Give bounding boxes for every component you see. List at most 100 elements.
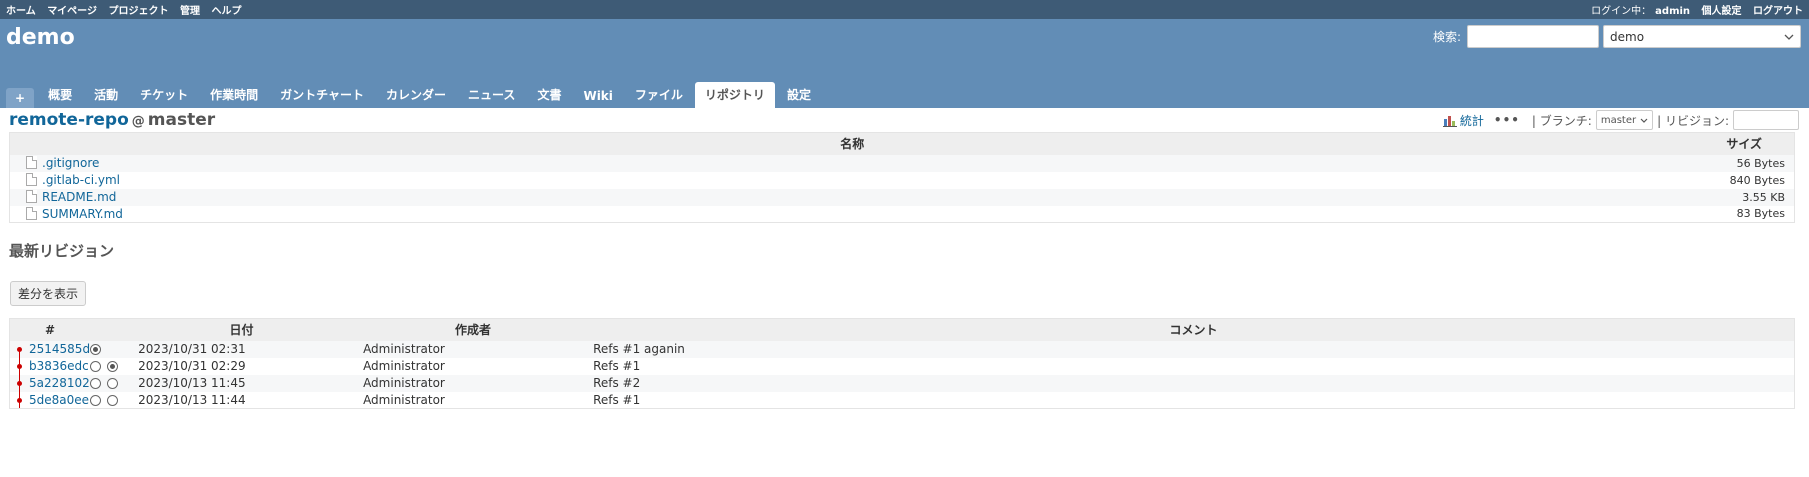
logged-user-link[interactable]: admin xyxy=(1655,6,1690,17)
entry-name-cell: .gitignore xyxy=(9,154,1695,172)
tab-calendar[interactable]: カレンダー xyxy=(376,82,456,108)
revision-select-cell xyxy=(90,358,130,375)
name-column-header[interactable]: 名称 xyxy=(9,132,1695,155)
revision-to-radio[interactable] xyxy=(107,378,119,389)
revision-row: 5de8a0ee 2023/10/13 11:44 Administrator … xyxy=(10,391,1795,409)
entries-table: 名称 サイズ .gitignore 56 Bytes .gitlab-ci.ym… xyxy=(9,132,1795,223)
chevron-down-icon xyxy=(1784,34,1794,40)
more-actions-icon[interactable]: ••• xyxy=(1494,113,1520,127)
latest-revisions-heading: 最新リビジョン xyxy=(9,242,115,260)
revision-comment: Refs #2 xyxy=(593,374,1795,392)
tab-overview[interactable]: 概要 xyxy=(38,82,82,108)
revision-cell: 5a228102 xyxy=(9,374,91,392)
revision-comment: Refs #1 aganin xyxy=(593,340,1795,358)
search-input[interactable] xyxy=(1467,25,1599,48)
repository-title: remote-repo @ master xyxy=(9,110,215,130)
tab-repository[interactable]: リポジトリ xyxy=(694,82,775,108)
revision-date: 2023/10/31 02:31 xyxy=(130,340,354,358)
project-jump-value: demo xyxy=(1610,29,1645,44)
project-jump-select[interactable]: demo xyxy=(1603,25,1801,48)
revision-select-cell xyxy=(90,340,131,358)
revision-link[interactable]: b3836edc xyxy=(29,359,89,373)
revision-input[interactable] xyxy=(1733,110,1799,130)
repository-controls: 統計 ••• | ブランチ: master | リビジョン: xyxy=(1442,110,1799,130)
revision-author: Administrator xyxy=(353,374,594,392)
stats-chart-icon xyxy=(1442,115,1457,127)
entry-link[interactable]: .gitlab-ci.yml xyxy=(42,173,120,187)
revisions-table: # 日付 作成者 コメント 2514585d 2023/10/31 02:31 … xyxy=(9,318,1795,409)
entry-size: 83 Bytes xyxy=(1736,207,1785,221)
entry-row: SUMMARY.md 83 Bytes xyxy=(10,206,1795,223)
file-icon xyxy=(26,206,37,220)
tab-gantt[interactable]: ガントチャート xyxy=(270,82,374,108)
size-column-header[interactable]: サイズ xyxy=(1694,132,1795,155)
revision-comment: Refs #1 xyxy=(593,359,641,373)
tab-time-entries[interactable]: 作業時間 xyxy=(200,82,268,108)
my-account-link[interactable]: 個人設定 xyxy=(1702,6,1742,17)
top-menu-left: ホーム マイページ プロジェクト 管理 ヘルプ xyxy=(6,2,249,17)
entry-link[interactable]: .gitignore xyxy=(42,156,99,170)
file-icon xyxy=(26,156,37,169)
entry-link[interactable]: SUMMARY.md xyxy=(42,207,123,221)
chevron-down-icon xyxy=(1640,118,1648,123)
revision-from-radio[interactable] xyxy=(90,394,102,406)
revision-row: 2514585d 2023/10/31 02:31 Administrator … xyxy=(9,340,1795,358)
revision-cell: 5de8a0ee xyxy=(10,391,91,409)
tab-news[interactable]: ニュース xyxy=(458,82,525,108)
author-column-header: 作成者 xyxy=(353,318,594,341)
revision-graph-dot xyxy=(17,363,22,369)
stats-label: 統計 xyxy=(1459,113,1484,128)
tab-activity[interactable]: 活動 xyxy=(84,82,128,108)
show-diff-button[interactable]: 差分を表示 xyxy=(10,281,87,306)
at-sign: @ xyxy=(131,114,145,129)
revision-author: Administrator xyxy=(353,340,594,358)
top-menu: ホーム マイページ プロジェクト 管理 ヘルプ ログイン中： admin 個人設定… xyxy=(0,0,1809,19)
revision-row: 5a228102 2023/10/13 11:45 Administrator … xyxy=(9,374,1795,392)
revision-comment: Refs #1 xyxy=(593,392,641,407)
logged-as-label: ログイン中： xyxy=(1591,6,1652,17)
branch-select[interactable]: master xyxy=(1595,110,1654,130)
tab-issues[interactable]: チケット xyxy=(130,82,198,108)
file-icon xyxy=(26,190,37,203)
tab-documents[interactable]: 文書 xyxy=(527,82,571,108)
repository-name-link[interactable]: remote-repo xyxy=(9,110,129,130)
new-object-button[interactable]: + xyxy=(6,88,35,108)
revisions-header-row: # 日付 作成者 コメント xyxy=(9,318,1795,341)
revision-link[interactable]: 5de8a0ee xyxy=(29,393,89,407)
top-menu-help[interactable]: ヘルプ xyxy=(211,6,241,17)
revision-to-radio[interactable] xyxy=(107,394,119,406)
comment-column-header: コメント xyxy=(593,318,1795,341)
top-menu-projects[interactable]: プロジェクト xyxy=(108,6,168,17)
branch-select-value: master xyxy=(1600,114,1637,126)
top-menu-home[interactable]: ホーム xyxy=(6,6,36,17)
entry-row: .gitlab-ci.yml 840 Bytes xyxy=(10,172,1795,189)
quick-search: 検索: demo xyxy=(1433,25,1801,48)
top-menu-my-page[interactable]: マイページ xyxy=(47,6,97,17)
top-menu-admin[interactable]: 管理 xyxy=(180,6,200,17)
main-menu: + 概要 活動 チケット 作業時間 ガントチャート カレンダー ニュース 文書 … xyxy=(6,82,823,108)
select-column-header xyxy=(90,318,131,341)
tab-settings[interactable]: 設定 xyxy=(777,82,821,108)
project-title: demo xyxy=(6,25,75,50)
content: remote-repo @ master 統計 ••• | ブランチ: master… xyxy=(0,108,1809,477)
logout-link[interactable]: ログアウト xyxy=(1753,6,1803,17)
header: demo 検索: demo + 概要 活動 チケット 作業時間 ガントチャート … xyxy=(0,19,1809,108)
tab-wiki[interactable]: Wiki xyxy=(573,85,622,108)
revision-date: 2023/10/31 02:29 xyxy=(138,359,246,373)
stats-link[interactable]: 統計 xyxy=(1442,112,1484,129)
revision-to-radio[interactable] xyxy=(107,361,119,372)
revision-from-radio[interactable] xyxy=(90,378,102,389)
revision-graph-dot xyxy=(17,380,22,386)
tab-files[interactable]: ファイル xyxy=(625,82,693,108)
entry-row: .gitignore 56 Bytes xyxy=(9,154,1795,172)
revision-link[interactable]: 2514585d xyxy=(29,342,90,356)
entry-link[interactable]: README.md xyxy=(42,190,116,204)
revision-from-radio[interactable] xyxy=(90,344,102,355)
revision-graph-dot xyxy=(17,346,22,352)
revision-from-radio[interactable] xyxy=(90,361,102,372)
branch-title: master xyxy=(147,110,216,130)
entry-size: 56 Bytes xyxy=(1694,154,1795,172)
entry-name-cell: .gitlab-ci.yml xyxy=(10,172,1695,189)
revision-link[interactable]: 5a228102 xyxy=(29,376,90,390)
entry-size: 840 Bytes xyxy=(1729,173,1785,187)
